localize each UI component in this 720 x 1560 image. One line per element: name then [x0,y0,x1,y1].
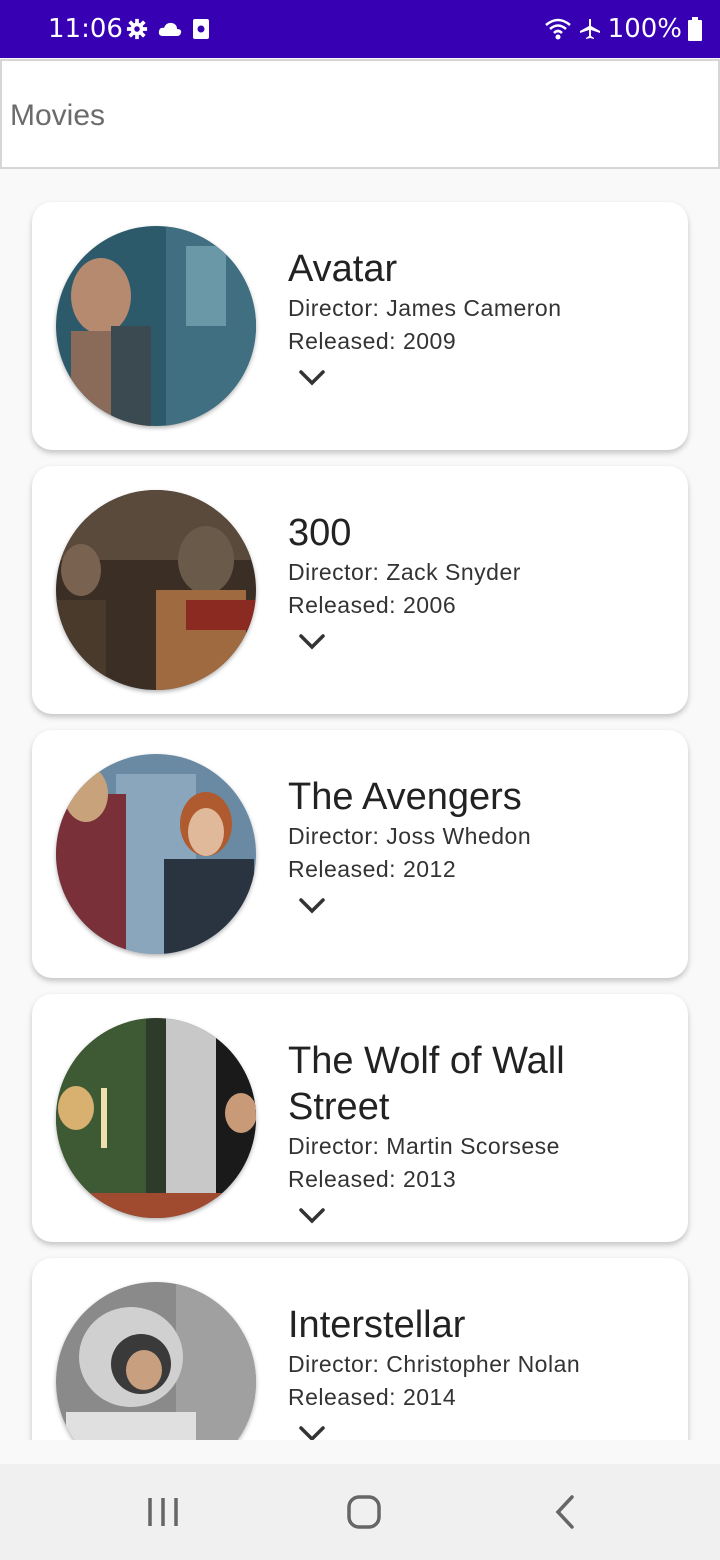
cloud-icon [158,22,182,36]
page-title: Movies [10,99,106,132]
movie-title: Interstellar [288,1304,466,1346]
chevron-down-icon[interactable] [298,1206,326,1226]
back-icon[interactable] [550,1490,580,1534]
movie-director: Director: Christopher Nolan [288,1351,581,1377]
navigation-bar [0,1464,720,1560]
chevron-down-icon[interactable] [298,896,326,916]
recents-icon[interactable] [146,1490,180,1534]
movie-released: Released: 2014 [288,1384,457,1410]
wifi-icon [544,18,571,40]
movie-released: Released: 2009 [288,328,457,354]
movie-title: 300 [288,512,352,554]
movie-card[interactable]: Interstellar Director: Christopher Nolan… [32,1258,688,1440]
movie-director: Director: Joss Whedon [288,823,532,849]
battery-icon [688,17,702,41]
movie-poster [56,754,256,954]
app-bar: Movies [0,59,720,169]
chevron-down-icon[interactable] [298,368,326,388]
chevron-down-icon[interactable] [298,632,326,652]
movie-director: Director: Zack Snyder [288,559,521,585]
movie-director: Director: Martin Scorsese [288,1133,560,1159]
movie-released: Released: 2013 [288,1166,457,1192]
movie-card[interactable]: Avatar Director: James Cameron Released:… [32,202,688,450]
battery-percent: 100% [607,14,682,44]
home-icon[interactable] [344,1490,384,1534]
airplane-icon [579,19,600,39]
movie-card[interactable]: The Wolf of Wall Street Director: Martin… [32,994,688,1242]
movie-title: Avatar [288,248,398,290]
movie-card[interactable]: 300 Director: Zack Snyder Released: 2006 [32,466,688,714]
settings-icon [126,18,148,40]
movie-poster [56,226,256,426]
movie-list[interactable]: Avatar Director: James Cameron Released:… [0,170,720,1440]
movie-poster [56,490,256,690]
movie-title: The Wolf of Wall Street [288,1040,565,1128]
movie-poster [56,1282,256,1440]
movie-released: Released: 2006 [288,592,457,618]
movie-card[interactable]: The Avengers Director: Joss Whedon Relea… [32,730,688,978]
status-bar: 11:06 100% [0,0,720,58]
movie-poster [56,1018,256,1218]
chevron-down-icon[interactable] [298,1424,326,1440]
screenshot-icon [193,19,209,39]
movie-director: Director: James Cameron [288,295,562,321]
status-time: 11:06 [48,14,123,44]
movie-released: Released: 2012 [288,856,457,882]
movie-title: The Avengers [288,776,522,818]
